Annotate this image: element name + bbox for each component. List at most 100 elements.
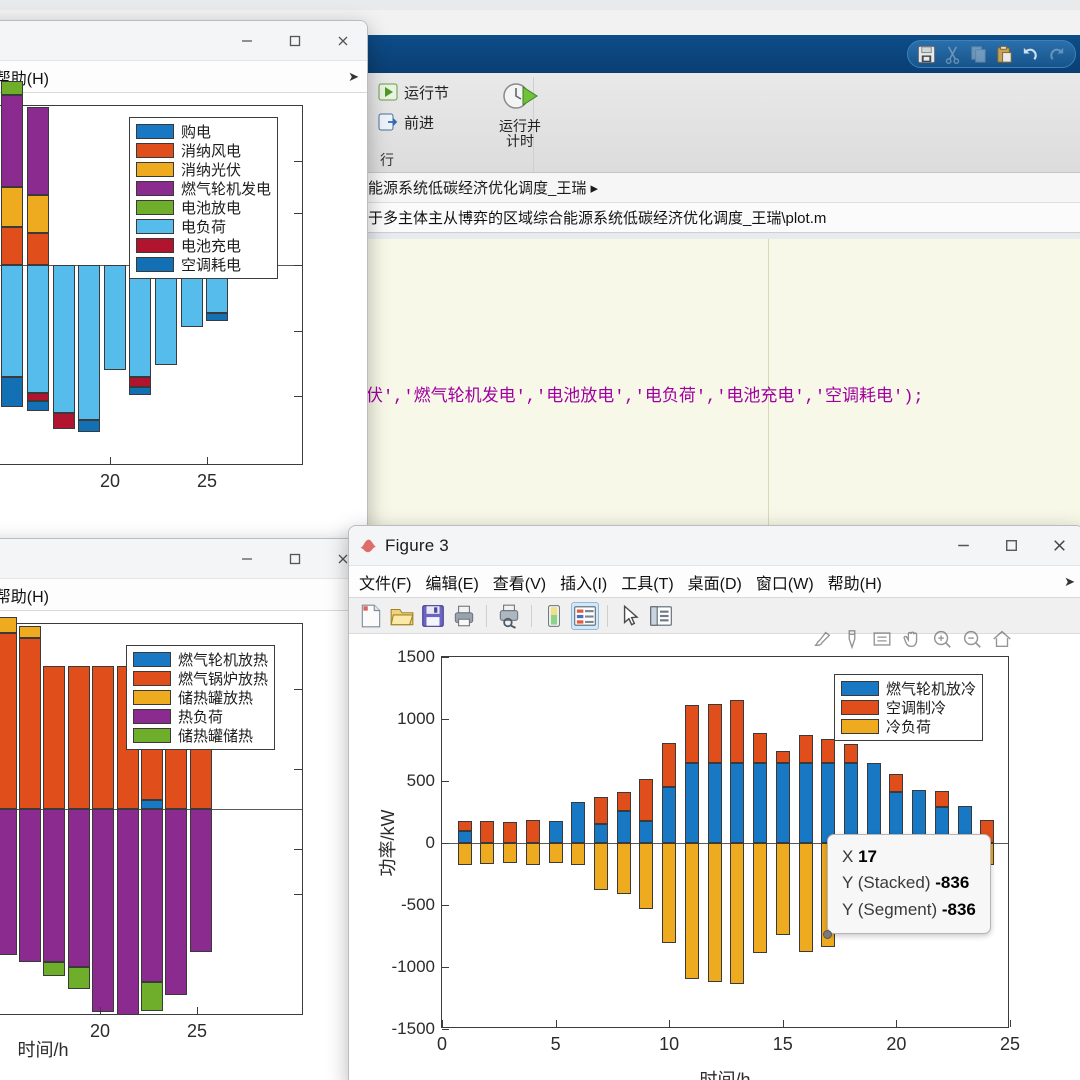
heat-window-controls[interactable] — [223, 539, 367, 578]
bar-segment — [798, 763, 813, 843]
menu-desktop[interactable]: 桌面(D) — [688, 570, 742, 594]
xtick-label: 20 — [99, 471, 121, 491]
cut-icon[interactable] — [943, 45, 962, 64]
bar-segment — [78, 420, 101, 432]
figure-window-cooling[interactable]: Figure 3 文件(F) 编辑(E) 查看(V) 插入(I) 工具(T) 桌… — [348, 525, 1080, 1080]
cooling-menubar[interactable]: 文件(F) 编辑(E) 查看(V) 插入(I) 工具(T) 桌面(D) 窗口(W… — [349, 566, 1080, 598]
plot-browser-button[interactable] — [647, 602, 675, 630]
bar-segment — [934, 790, 949, 808]
electric-menubar[interactable]: 窗口(W) 帮助(H) ➤ — [0, 61, 367, 93]
menu-overflow-icon[interactable]: ➤ — [348, 69, 359, 85]
cooling-window-controls[interactable] — [939, 526, 1080, 565]
maximize-button[interactable] — [271, 21, 319, 60]
colorbar-button[interactable] — [540, 602, 568, 630]
xtick-mark — [197, 1007, 198, 1014]
menu-view[interactable]: 查看(V) — [493, 570, 546, 594]
legend-swatch — [133, 671, 171, 686]
pan-icon[interactable] — [901, 628, 923, 650]
ytick-label: 1500 — [397, 647, 435, 666]
bar-segment — [1, 265, 24, 377]
pointer-button[interactable] — [616, 602, 644, 630]
close-button[interactable] — [1035, 526, 1080, 565]
bar-segment — [662, 843, 677, 944]
print-figure-button[interactable] — [450, 602, 478, 630]
save-figure-button[interactable] — [419, 602, 447, 630]
legend-row: 燃气轮机放热 — [133, 650, 268, 669]
electric-legend[interactable]: 购电 消纳风电 消纳光伏 燃气轮机发电 电池放电 电负荷 电池充电 空调耗电 — [129, 117, 279, 279]
redo-icon[interactable] — [1047, 45, 1066, 64]
datatip-icon[interactable] — [841, 628, 863, 650]
bar-segment — [753, 732, 768, 763]
menu-overflow-icon[interactable]: ➤ — [1064, 574, 1075, 590]
editor-tab-path[interactable]: 于多主体主从博弈的区域综合能源系统低碳经济优化调度_王瑞\plot.m — [366, 203, 1080, 233]
open-file-button[interactable] — [388, 602, 416, 630]
restore-view-icon[interactable] — [871, 628, 893, 650]
legend-row: 消纳光伏 — [136, 160, 271, 179]
maximize-button[interactable] — [271, 539, 319, 578]
heat-legend[interactable]: 燃气轮机放热 燃气锅炉放热 储热罐放热 热负荷 储热罐储热 — [126, 645, 276, 750]
ytick-mark — [442, 781, 449, 782]
copy-icon[interactable] — [969, 45, 988, 64]
zoom-in-icon[interactable] — [931, 628, 953, 650]
axes-toolbar[interactable] — [811, 628, 1013, 650]
menu-insert[interactable]: 插入(I) — [560, 570, 607, 594]
cooling-xlabel: 时间/h — [699, 1070, 751, 1080]
paste-icon[interactable] — [995, 45, 1014, 64]
bar-segment — [548, 843, 563, 863]
bar-segment — [0, 617, 17, 633]
electric-titlebar[interactable] — [0, 21, 367, 61]
save-icon[interactable] — [917, 45, 936, 64]
brush-icon[interactable] — [811, 628, 833, 650]
datatip-segment-label: Y (Segment) — [842, 899, 938, 919]
figure-window-electric[interactable]: 窗口(W) 帮助(H) ➤ 15 20 25 购电消纳风电消纳光伏燃气轮机发电电… — [0, 20, 368, 540]
legend-swatch — [136, 143, 174, 158]
menu-window[interactable]: 窗口(W) — [756, 570, 814, 594]
menu-tools[interactable]: 工具(T) — [621, 570, 673, 594]
cooling-legend[interactable]: 燃气轮机放冷 空调制冷 冷负荷 — [834, 674, 984, 741]
bar-segment — [116, 809, 139, 1015]
bar-segment — [684, 843, 699, 979]
heat-titlebar[interactable] — [0, 539, 367, 579]
run-and-time-button[interactable]: 运行并 计时 — [484, 79, 556, 150]
legend-label: 燃气轮机放热 — [178, 652, 269, 669]
legend-button[interactable] — [571, 601, 599, 630]
new-figure-button[interactable] — [357, 602, 385, 630]
bar-segment — [571, 802, 586, 843]
menu-help[interactable]: 帮助(H) — [828, 570, 882, 594]
minimize-button[interactable] — [223, 21, 271, 60]
datatip-segment-value: -836 — [941, 899, 976, 919]
minimize-button[interactable] — [223, 539, 271, 578]
electric-window-controls[interactable] — [223, 21, 367, 60]
breadcrumb[interactable]: 能源系统低碳经济优化调度_王瑞 ▸ — [366, 173, 1080, 203]
bar-segment — [129, 387, 152, 395]
close-button[interactable] — [319, 21, 367, 60]
legend-swatch — [136, 200, 174, 215]
undo-icon[interactable] — [1021, 45, 1040, 64]
menu-help[interactable]: 帮助(H) — [0, 583, 49, 607]
heat-menubar[interactable]: 窗口(W) 帮助(H) ➤ — [0, 579, 367, 611]
maximize-button[interactable] — [987, 526, 1035, 565]
xtick-label: 25 — [196, 471, 218, 491]
xtick-mark — [100, 1007, 101, 1014]
bar-segment — [92, 666, 115, 809]
code-line-text: 伏','燃气轮机发电','电池放电','电负荷','电池充电','空调耗电'); — [366, 388, 924, 407]
quick-access-toolbar[interactable] — [907, 40, 1076, 68]
home-icon[interactable] — [991, 628, 1013, 650]
figure-window-heat[interactable]: 窗口(W) 帮助(H) ➤ 15 20 25 时间/h 燃气轮机放热燃气锅炉放热… — [0, 538, 368, 1080]
ytick-label: 0 — [425, 833, 435, 852]
print-preview-button[interactable] — [495, 602, 523, 630]
menu-file[interactable]: 文件(F) — [359, 570, 411, 594]
bar-segment — [92, 809, 115, 1012]
ytick-mark — [294, 265, 302, 266]
datatip[interactable]: X 17 Y (Stacked) -836 Y (Segment) -836 — [827, 834, 991, 935]
minimize-button[interactable] — [939, 526, 987, 565]
legend-row: 燃气锅炉放热 — [133, 669, 268, 688]
zoom-out-icon[interactable] — [961, 628, 983, 650]
run-and-time-label-1: 运行并 — [499, 118, 541, 134]
bar-segment — [189, 809, 212, 952]
bar-segment — [480, 821, 495, 843]
menu-edit[interactable]: 编辑(E) — [425, 570, 478, 594]
datatip-x-label: X — [842, 847, 854, 866]
cooling-titlebar[interactable]: Figure 3 — [349, 526, 1080, 566]
ribbon-group-label: 行 — [380, 152, 394, 168]
